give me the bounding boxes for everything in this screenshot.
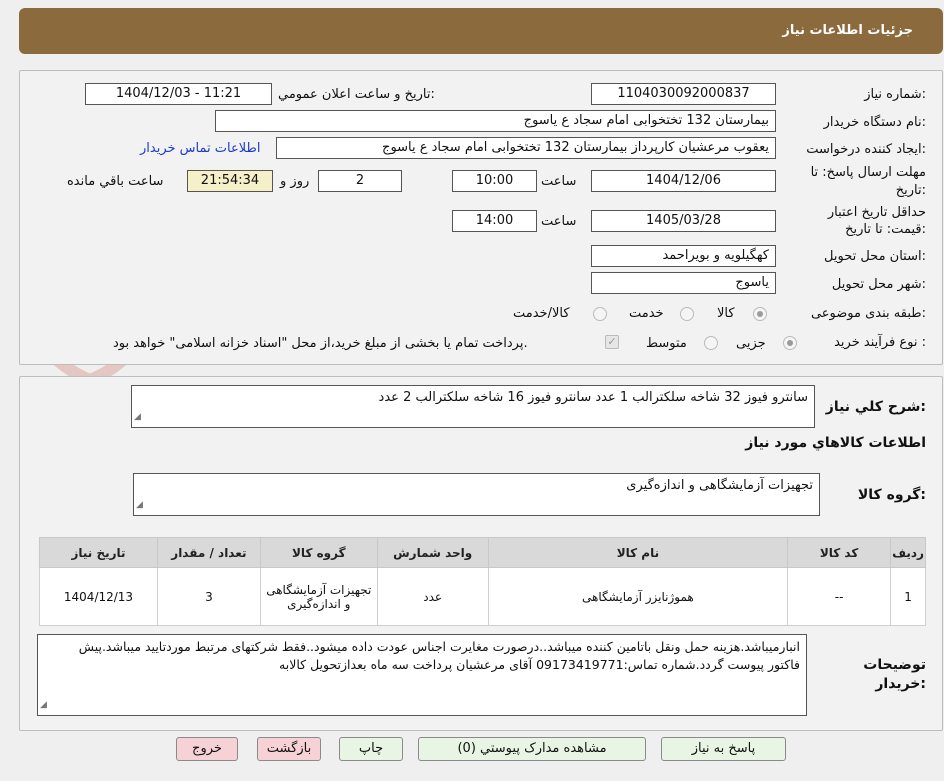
col-code: کد کالا <box>787 537 892 568</box>
days-label: روز و <box>280 174 310 189</box>
reply-button[interactable]: پاسخ به نیاز <box>661 737 786 761</box>
process-minor-radio[interactable] <box>783 336 797 350</box>
deadline-time-label: ساعت <box>541 174 577 189</box>
remaining-time-label: ساعت باقي مانده <box>67 174 164 189</box>
process-minor-label: جزیی <box>736 336 766 351</box>
requester-label: ایجاد کننده درخواست: <box>806 142 926 157</box>
buyer-notes-label: توضیحات <box>863 657 926 673</box>
process-medium-radio[interactable] <box>704 336 718 350</box>
goods-group-label: گروه کالا: <box>857 487 926 503</box>
validity-time-label: ساعت <box>541 214 577 229</box>
general-desc-label: شرح کلي نیاز: <box>825 399 926 415</box>
buyer-org-field: بیمارستان 132 تختخوابی امام سجاد ع یاسوج <box>215 110 776 132</box>
general-desc-field: سانترو فیوز 32 شاخه سلکترالب 1 عدد سانتر… <box>131 385 815 428</box>
payment-note: پرداخت تمام یا بخشی از مبلغ خرید،از محل … <box>113 336 528 351</box>
category-label: طبقه بندی موضوعی: <box>810 306 926 321</box>
col-name: نام کالا <box>487 537 789 568</box>
buyer-notes-label-2: خریدار: <box>875 676 926 692</box>
buyer-notes-text: انبارمیباشد.هزینه حمل ونقل باتامین کننده… <box>78 639 800 672</box>
resize-grip-icon: ◢ <box>136 500 143 510</box>
cell-name: هموژنایزر آزمایشگاهی <box>487 567 789 626</box>
col-row: ردیف <box>890 537 926 568</box>
general-desc-text: سانترو فیوز 32 شاخه سلکترالب 1 عدد سانتر… <box>378 390 808 405</box>
deadline-time-field: 10:00 <box>452 170 537 192</box>
announce-date-label: تاریخ و ساعت اعلان عمومي: <box>278 87 435 102</box>
need-number-label: شماره نیاز: <box>864 87 926 102</box>
goods-group-text: تجهیزات آزمایشگاهی و اندازه‌گیری <box>626 478 813 493</box>
deadline-label: مهلت ارسال پاسخ: تا <box>810 165 926 180</box>
city-field: یاسوج <box>591 272 776 294</box>
process-medium-label: متوسط <box>646 336 687 351</box>
cell-group: تجهیزات آزمایشگاهی و اندازه‌گیری <box>259 567 378 626</box>
cell-code: -- <box>787 567 892 626</box>
province-field: کهگیلویه و بویراحمد <box>591 245 776 267</box>
cell-unit: عدد <box>376 567 489 626</box>
requester-field: یعقوب مرعشیان کارپرداز بیمارستان 132 تخت… <box>276 137 776 159</box>
cell-row: 1 <box>890 567 926 626</box>
resize-grip-icon: ◢ <box>40 700 47 710</box>
validity-label-2: قیمت: تا تاریخ: <box>845 222 926 237</box>
payment-treasury-checkbox[interactable]: ✓ <box>605 335 619 349</box>
deadline-date-field: 1404/12/06 <box>591 170 776 192</box>
announce-date-field: 1404/12/03 - 11:21 <box>85 83 272 105</box>
page-header: جزئیات اطلاعات نیاز <box>19 8 943 54</box>
goods-table: ردیف کد کالا نام کالا واحد شمارش گروه کا… <box>39 537 926 626</box>
col-date: تاریخ نیاز <box>39 537 158 568</box>
category-goods-service-label: کالا/خدمت <box>513 306 570 321</box>
validity-time-field: 14:00 <box>452 210 537 232</box>
category-goods-label: کالا <box>717 306 735 321</box>
buyer-org-label: نام دستگاه خریدار: <box>823 115 926 130</box>
category-service-label: خدمت <box>629 306 664 321</box>
view-attachments-button[interactable]: مشاهده مدارک پیوستي (0) <box>418 737 646 761</box>
back-button[interactable]: بازگشت <box>257 737 321 761</box>
goods-group-field: تجهیزات آزمایشگاهی و اندازه‌گیری ◢ <box>133 473 820 516</box>
city-label: شهر محل تحویل: <box>831 277 926 292</box>
days-remaining-field: 2 <box>318 170 402 192</box>
resize-grip-icon: ◢ <box>134 412 141 422</box>
remaining-time-field: 21:54:34 <box>187 170 273 192</box>
goods-table-header: ردیف کد کالا نام کالا واحد شمارش گروه کا… <box>39 537 926 568</box>
col-group: گروه کالا <box>259 537 378 568</box>
buyer-notes-field: انبارمیباشد.هزینه حمل ونقل باتامین کننده… <box>37 634 807 716</box>
validity-date-field: 1405/03/28 <box>591 210 776 232</box>
need-number-field: 1104030092000837 <box>591 83 776 105</box>
process-label: نوع فرآیند خرید : <box>834 335 926 350</box>
buyer-contact-link[interactable]: اطلاعات تماس خریدار <box>140 141 260 156</box>
deadline-label-2: تاریخ: <box>895 183 926 198</box>
province-label: استان محل تحویل: <box>824 249 926 264</box>
print-button[interactable]: چاپ <box>339 737 403 761</box>
category-goods-service-radio[interactable] <box>593 307 607 321</box>
exit-button[interactable]: خروج <box>176 737 238 761</box>
validity-label: حداقل تاریخ اعتبار <box>827 205 926 220</box>
col-quantity: تعداد / مقدار <box>156 537 261 568</box>
cell-quantity: 3 <box>156 567 261 626</box>
cell-date: 1404/12/13 <box>39 567 158 626</box>
col-unit: واحد شمارش <box>376 537 489 568</box>
goods-info-title: اطلاعات کالاهاي مورد نیاز <box>745 435 926 451</box>
category-goods-radio[interactable] <box>753 307 767 321</box>
table-row: 1 -- هموژنایزر آزمایشگاهی عدد تجهیزات آز… <box>39 567 926 626</box>
category-service-radio[interactable] <box>680 307 694 321</box>
page-title: جزئیات اطلاعات نیاز <box>782 23 913 38</box>
